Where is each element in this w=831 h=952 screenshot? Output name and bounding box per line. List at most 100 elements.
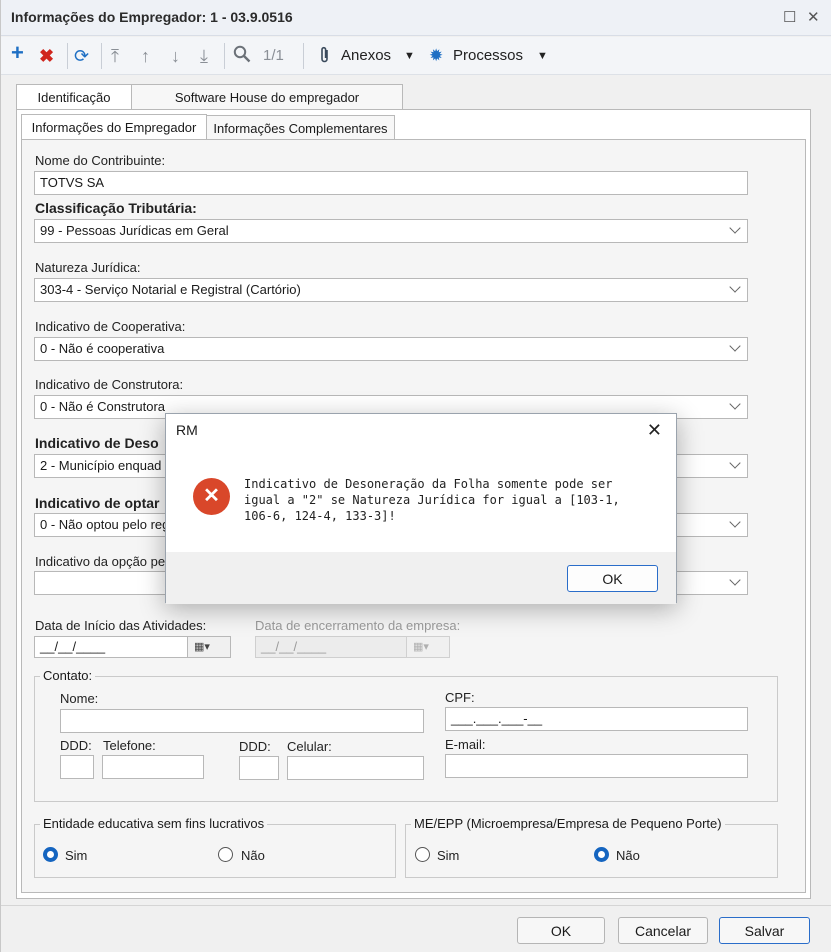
entidade-sim-label: Sim — [65, 848, 88, 863]
meepp-sim-label: Sim — [437, 848, 460, 863]
email-input[interactable] — [445, 754, 748, 778]
meepp-title: ME/EPP (Microempresa/Empresa de Pequeno … — [411, 816, 725, 831]
tab-informacoes-empregador-label: Informações do Empregador — [31, 120, 197, 135]
save-button[interactable]: Salvar — [719, 917, 810, 944]
cpf-input[interactable]: ___.___.___-__ — [445, 707, 748, 731]
ind-construtora-value: 0 - Não é Construtora — [40, 399, 166, 414]
cancel-button[interactable]: Cancelar — [618, 917, 708, 944]
meepp-group — [405, 824, 778, 878]
data-inicio-input[interactable]: __/__/____ — [34, 636, 188, 658]
ind-cooperativa-value: 0 - Não é cooperativa — [40, 341, 165, 356]
chevron-down-icon — [729, 574, 741, 586]
chevron-down-icon — [729, 398, 741, 410]
tab-software-house[interactable]: Software House do empregador — [131, 84, 403, 109]
contato-nome-label: Nome: — [60, 691, 99, 706]
classificacao-tributaria-select[interactable]: 99 - Pessoas Jurídicas em Geral — [34, 219, 748, 243]
toolbar-divider — [224, 43, 225, 69]
dialog-title-bar: RM ✕ — [166, 414, 676, 446]
ddd-input[interactable] — [60, 755, 94, 779]
tab-identificacao-label: Identificação — [37, 90, 111, 105]
ind-opcao-pe-label: Indicativo da opção pe — [35, 554, 166, 569]
celular-label: Celular: — [287, 739, 332, 754]
celular-input[interactable] — [287, 756, 424, 780]
telefone-label: Telefone: — [103, 738, 156, 753]
ddd-label: DDD: — [60, 738, 92, 753]
toolbar-divider — [67, 43, 68, 69]
gear-icon: ✹ — [429, 46, 444, 65]
chevron-down-icon — [729, 457, 741, 469]
toolbar-divider — [303, 43, 304, 69]
error-dialog: RM ✕ ✕ Indicativo de Desoneração da Folh… — [165, 413, 677, 604]
natureza-juridica-value: 303-4 - Serviço Notarial e Registral (Ca… — [40, 282, 301, 297]
dialog-message: Indicativo de Desoneração da Folha somen… — [244, 477, 620, 523]
plus-icon[interactable]: + — [11, 42, 24, 64]
cpf-label: CPF: — [445, 690, 475, 705]
tab-informacoes-complementares-label: Informações Complementares — [213, 121, 388, 136]
maximize-button[interactable]: ☐ — [783, 8, 796, 26]
ddd2-input[interactable] — [239, 756, 279, 780]
ok-button[interactable]: OK — [517, 917, 605, 944]
natureza-juridica-label: Natureza Jurídica: — [35, 260, 141, 275]
ind-desoneracao-label: Indicativo de Deso — [35, 435, 159, 451]
close-icon[interactable]: ✕ — [647, 420, 662, 441]
anexos-dropdown-icon[interactable]: ▼ — [404, 50, 415, 62]
nome-contribuinte-input[interactable]: TOTVS SA — [34, 171, 748, 195]
ind-cooperativa-label: Indicativo de Cooperativa: — [35, 319, 186, 334]
entidade-title: Entidade educativa sem fins lucrativos — [40, 816, 268, 831]
delete-icon[interactable]: ✖ — [39, 46, 54, 66]
tab-informacoes-complementares[interactable]: Informações Complementares — [206, 115, 395, 140]
ind-cooperativa-select[interactable]: 0 - Não é cooperativa — [34, 337, 748, 361]
nome-contribuinte-label: Nome do Contribuinte: — [35, 153, 166, 168]
meepp-nao-radio[interactable] — [594, 847, 609, 862]
data-inicio-label: Data de Início das Atividades: — [35, 618, 207, 633]
refresh-icon[interactable]: ⟳ — [74, 46, 89, 66]
chevron-down-icon — [729, 340, 741, 352]
entidade-nao-label: Não — [241, 848, 265, 863]
toolbar-divider — [101, 43, 102, 69]
classificacao-tributaria-value: 99 - Pessoas Jurídicas em Geral — [40, 223, 229, 238]
last-icon[interactable]: ⤓ — [200, 46, 208, 66]
ind-construtora-label: Indicativo de Construtora: — [35, 377, 184, 392]
chevron-down-icon — [729, 222, 741, 234]
email-label: E-mail: — [445, 737, 486, 752]
entidade-sim-radio[interactable] — [43, 847, 58, 862]
contato-nome-input[interactable] — [60, 709, 424, 733]
natureza-juridica-select[interactable]: 303-4 - Serviço Notarial e Registral (Ca… — [34, 278, 748, 302]
tab-informacoes-empregador[interactable]: Informações do Empregador — [21, 114, 207, 140]
ind-opcao-value: 0 - Não optou pelo reg — [40, 517, 170, 532]
error-icon: ✕ — [193, 478, 230, 515]
dialog-ok-button[interactable]: OK — [567, 565, 658, 592]
meepp-nao-label: Não — [616, 848, 640, 863]
telefone-input[interactable] — [102, 755, 204, 779]
calendar-icon[interactable]: ▦▾ — [187, 636, 231, 658]
first-icon[interactable]: ⤒ — [111, 46, 119, 66]
search-icon[interactable] — [233, 45, 251, 67]
entidade-nao-radio[interactable] — [218, 847, 233, 862]
close-window-button[interactable]: ✕ — [807, 8, 820, 26]
tab-software-house-label: Software House do empregador — [174, 90, 360, 105]
tab-identificacao[interactable]: Identificação — [16, 84, 132, 110]
ind-opcao-label: Indicativo de optar — [35, 495, 160, 511]
ddd2-label: DDD: — [239, 739, 271, 754]
chevron-down-icon — [729, 281, 741, 293]
title-bar: Informações do Empregador: 1 - 03.9.0516… — [1, 0, 831, 36]
meepp-sim-radio[interactable] — [415, 847, 430, 862]
calendar-icon: ▦▾ — [406, 636, 450, 658]
toolbar: + ✖ ⟳ ⤒ ↑ ↓ ⤓ 1/1 Anexos ▼ ✹ Processos ▼ — [1, 37, 831, 75]
processos-menu[interactable]: Processos — [453, 47, 523, 64]
dialog-footer: OK — [166, 552, 676, 604]
chevron-down-icon — [729, 516, 741, 528]
entidade-group — [34, 824, 396, 878]
dialog-title: RM — [176, 422, 198, 438]
prev-icon[interactable]: ↑ — [141, 46, 150, 66]
processos-dropdown-icon[interactable]: ▼ — [537, 50, 548, 62]
window-title: Informações do Empregador: 1 - 03.9.0516 — [11, 9, 293, 25]
data-encerramento-label: Data de encerramento da empresa: — [255, 618, 461, 633]
data-encerramento-input: __/__/____ — [255, 636, 407, 658]
paperclip-icon — [319, 46, 331, 68]
record-counter: 1/1 — [263, 47, 284, 64]
next-icon[interactable]: ↓ — [171, 46, 180, 66]
contato-title: Contato: — [40, 668, 96, 683]
ind-desoneracao-value: 2 - Município enquad — [40, 458, 162, 473]
anexos-menu[interactable]: Anexos — [341, 47, 391, 64]
